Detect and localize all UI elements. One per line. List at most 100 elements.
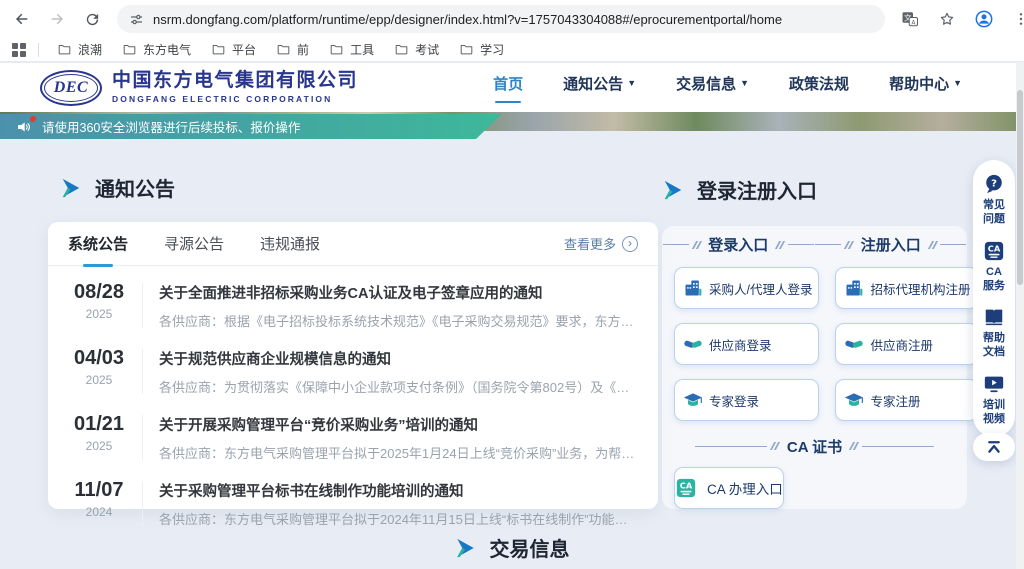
url-bar[interactable]: nsrm.dongfang.com/platform/runtime/epp/d… <box>117 5 885 33</box>
handshake-icon <box>683 334 703 354</box>
handshake-icon <box>844 334 864 354</box>
notice-list-item[interactable]: 01/21 2025 关于开展采购管理平台“竞价采购业务”培训的通知 各供应商：… <box>48 404 658 470</box>
ca-apply-button[interactable]: CA CA 办理入口 <box>674 467 784 509</box>
notice-summary: 各供应商：根据《电子招标投标系统技术规范》《电子采购交易规范》要求，东方电气采购… <box>159 311 638 330</box>
bookmark-folder[interactable]: 平台 <box>205 39 262 60</box>
building-icon <box>844 278 864 298</box>
building-icon <box>683 278 703 298</box>
bookmark-folder[interactable]: 东方电气 <box>116 39 197 60</box>
nav-notices[interactable]: 通知公告▼ <box>563 73 636 103</box>
bookmark-folder[interactable]: 浪潮 <box>51 39 108 60</box>
folder-icon <box>459 42 474 57</box>
notice-date: 04/03 <box>68 347 130 370</box>
login-section-title: 登录注册入口 <box>662 175 817 204</box>
bookmark-label: 学习 <box>480 41 504 58</box>
svg-text:CA: CA <box>988 243 1001 253</box>
section-arrow-icon <box>662 179 684 201</box>
company-logo[interactable]: DEC 中国东方电气集团有限公司 DONGFANG ELECTRIC CORPO… <box>40 70 358 106</box>
notice-list-item[interactable]: 04/03 2025 关于规范供应商企业规模信息的通知 各供应商：为贯彻落实《保… <box>48 338 658 404</box>
site-header: DEC 中国东方电气集团有限公司 DONGFANG ELECTRIC CORPO… <box>0 63 1024 112</box>
scrollbar-track <box>1016 62 1024 569</box>
speaker-icon <box>16 119 32 135</box>
sidebar-item-faq[interactable]: ? 常见问题 <box>982 173 1006 227</box>
supplier-login-button[interactable]: 供应商登录 <box>674 323 819 365</box>
tab-system-notices[interactable]: 系统公告 <box>68 222 128 266</box>
folder-icon <box>329 42 344 57</box>
folder-icon <box>394 42 409 57</box>
sidebar-item-training-videos[interactable]: 培训视频 <box>982 373 1006 427</box>
forward-icon[interactable] <box>47 9 67 29</box>
notice-date: 01/21 <box>68 413 130 436</box>
tab-sourcing-notices[interactable]: 寻源公告 <box>164 222 224 266</box>
site-info-icon[interactable] <box>129 12 144 27</box>
announcement-bar: 请使用360安全浏览器进行后续投标、报价操作 <box>0 114 502 139</box>
notice-title: 关于采购管理平台标书在线制作功能培训的通知 <box>159 480 638 501</box>
notice-list: 08/28 2025 关于全面推进非招标采购业务CA认证及电子签章应用的通知 各… <box>48 266 658 536</box>
bookmark-label: 考试 <box>415 41 439 58</box>
profile-avatar-icon[interactable] <box>974 9 994 29</box>
svg-text:CA: CA <box>680 480 693 490</box>
notice-title: 关于全面推进非招标采购业务CA认证及电子签章应用的通知 <box>159 282 638 303</box>
nav-trade-info[interactable]: 交易信息▼ <box>676 73 749 103</box>
supplier-register-button[interactable]: 供应商注册 <box>835 323 977 365</box>
folder-icon <box>276 42 291 57</box>
divider <box>142 349 143 394</box>
ca-group-header: CA 证书 <box>662 437 967 455</box>
buyer-agent-login-button[interactable]: 采购人/代理人登录 <box>674 267 819 309</box>
browser-menu-icon[interactable] <box>1011 9 1024 29</box>
notice-year: 2025 <box>68 439 130 453</box>
ca-badge-icon: CA <box>983 240 1005 262</box>
question-bubble-icon: ? <box>983 173 1005 195</box>
notice-year: 2025 <box>68 307 130 321</box>
nav-help-center[interactable]: 帮助中心▼ <box>889 73 962 103</box>
notice-summary: 各供应商：为贯彻落实《保障中小企业款项支付条例》（国务院令第802号）及《中小企… <box>159 377 638 396</box>
back-icon[interactable] <box>12 9 32 29</box>
divider <box>142 283 143 328</box>
notice-card: 系统公告 寻源公告 违规通报 查看更多 › 08/28 2025 关于全面推进非… <box>48 222 658 509</box>
expert-register-button[interactable]: 专家注册 <box>835 379 977 421</box>
notice-section-title: 通知公告 <box>60 173 175 202</box>
url-text: nsrm.dongfang.com/platform/runtime/epp/d… <box>153 12 782 27</box>
collapse-sidebar-button[interactable] <box>973 433 1015 461</box>
graduation-cap-icon <box>844 390 864 410</box>
folder-icon <box>122 42 137 57</box>
apps-grid-icon[interactable] <box>12 43 26 57</box>
bookmark-folder[interactable]: 工具 <box>323 39 380 60</box>
notice-year: 2025 <box>68 373 130 387</box>
section-arrow-icon <box>455 537 477 559</box>
sidebar-item-help-docs[interactable]: 帮助文档 <box>982 306 1006 360</box>
bookmark-star-icon[interactable] <box>937 9 957 29</box>
translate-icon[interactable]: 文A <box>900 9 920 29</box>
sidebar-item-label: 常见问题 <box>982 198 1006 227</box>
bidding-agency-register-button[interactable]: 招标代理机构注册 <box>835 267 977 309</box>
caret-down-icon: ▼ <box>953 78 962 88</box>
view-more-link[interactable]: 查看更多 › <box>564 234 638 253</box>
notice-date: 08/28 <box>68 281 130 304</box>
sidebar-item-ca-service[interactable]: CA CA服务 <box>982 240 1006 294</box>
notice-list-item[interactable]: 08/28 2025 关于全面推进非招标采购业务CA认证及电子签章应用的通知 各… <box>48 272 658 338</box>
expert-login-button[interactable]: 专家登录 <box>674 379 819 421</box>
notice-list-item[interactable]: 11/07 2024 关于采购管理平台标书在线制作功能培训的通知 各供应商：东方… <box>48 470 658 536</box>
notice-date: 11/07 <box>68 479 130 502</box>
bookmark-folder[interactable]: 学习 <box>453 39 510 60</box>
reload-icon[interactable] <box>82 9 102 29</box>
notice-summary: 各供应商：东方电气采购管理平台拟于2024年11月15日上线“标书在线制作”功能… <box>159 509 638 528</box>
collapse-up-icon <box>984 437 1004 457</box>
divider <box>142 415 143 460</box>
bookmark-folder[interactable]: 前 <box>270 39 315 60</box>
tab-violation-reports[interactable]: 违规通报 <box>260 222 320 266</box>
nav-policies[interactable]: 政策法规 <box>789 73 849 103</box>
login-group-header: 登录入口 <box>662 234 815 255</box>
bookmark-folder[interactable]: 考试 <box>388 39 445 60</box>
chevron-right-circle-icon: › <box>622 236 638 252</box>
dec-logo-icon: DEC <box>40 70 102 106</box>
scrollbar-thumb[interactable] <box>1017 90 1023 285</box>
divider <box>38 43 39 57</box>
notice-tabs: 系统公告 寻源公告 违规通报 查看更多 › <box>48 222 658 266</box>
page-main: 通知公告 系统公告 寻源公告 违规通报 查看更多 › 08/28 2025 关于… <box>0 131 1024 569</box>
announcement-text: 请使用360安全浏览器进行后续投标、报价操作 <box>42 117 300 136</box>
bookmark-label: 前 <box>297 41 309 58</box>
bookmark-label: 工具 <box>350 41 374 58</box>
divider <box>142 481 143 526</box>
nav-home[interactable]: 首页 <box>493 73 523 103</box>
